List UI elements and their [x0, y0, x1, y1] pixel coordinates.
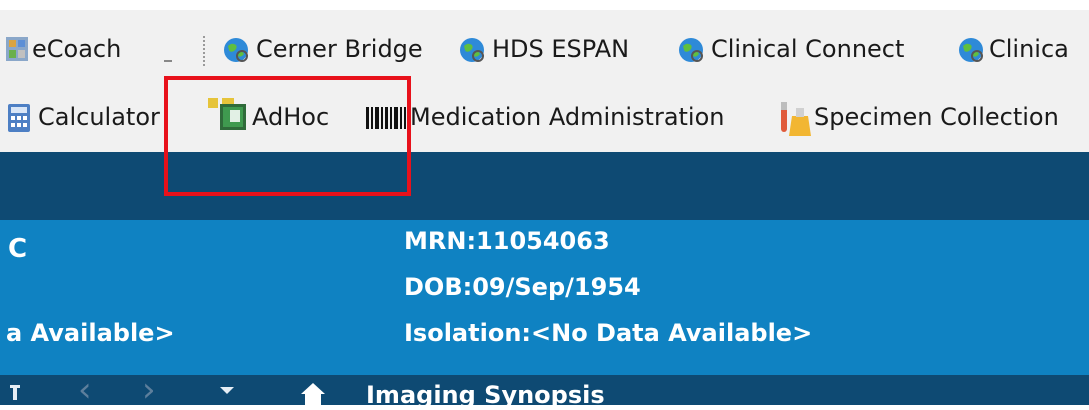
calculator-icon: [8, 104, 30, 132]
mrn-value: MRN:11054063: [404, 227, 610, 255]
hds-espan-icon: [460, 38, 484, 62]
dropdown-arrow-icon[interactable]: [220, 387, 234, 394]
page-nav-bar: ‹ › Imaging Synopsis: [0, 373, 1089, 409]
banner-left-info: a Available>: [6, 319, 175, 347]
ecoach-icon: [6, 37, 28, 61]
specimen-collection-button[interactable]: Specimen Collection: [814, 102, 1059, 132]
top-strip: [0, 0, 1089, 10]
toolbar-grip-icon[interactable]: [203, 36, 209, 66]
back-arrow-icon[interactable]: ‹: [78, 373, 92, 407]
patient-banner: C a Available> MRN:11054063 DOB:09/Sep/1…: [0, 220, 1089, 375]
pin-icon[interactable]: [8, 381, 22, 405]
home-icon[interactable]: [300, 381, 326, 405]
cerner-bridge-icon: [224, 38, 248, 62]
specimen-collection-icon: [781, 102, 811, 136]
medication-administration-button[interactable]: Medication Administration: [410, 102, 725, 132]
highlight-box: [164, 76, 411, 196]
toolbar-overflow-icon[interactable]: [162, 44, 174, 66]
calculator-button[interactable]: Calculator: [38, 102, 160, 132]
page-title: Imaging Synopsis: [366, 381, 605, 409]
clinical-button[interactable]: Clinica: [989, 34, 1069, 64]
cerner-bridge-button[interactable]: Cerner Bridge: [256, 34, 423, 64]
patient-name: C: [8, 234, 28, 264]
hds-espan-button[interactable]: HDS ESPAN: [492, 34, 629, 64]
clinical-connect-icon: [679, 38, 703, 62]
dob-value: DOB:09/Sep/1954: [404, 273, 641, 301]
clinical-connect-button[interactable]: Clinical Connect: [711, 34, 904, 64]
clinical-icon: [959, 38, 983, 62]
forward-arrow-icon[interactable]: ›: [142, 373, 156, 407]
ecoach-button[interactable]: eCoach: [32, 34, 121, 64]
isolation-value: Isolation:<No Data Available>: [404, 319, 813, 347]
